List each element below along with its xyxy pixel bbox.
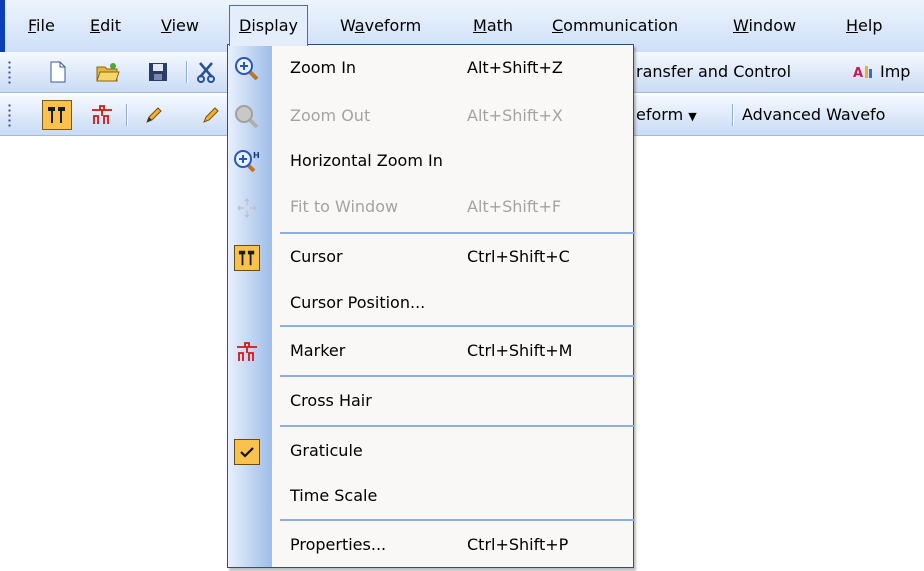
- advanced-waveform-button[interactable]: Advanced Wavefo: [742, 105, 885, 124]
- toolbar-grip[interactable]: [7, 103, 12, 129]
- import-button[interactable]: Imp: [880, 62, 910, 81]
- menu-window[interactable]: Window: [733, 14, 796, 38]
- menu-item-time-scale[interactable]: Time Scale: [228, 477, 633, 517]
- menu-edit[interactable]: Edit: [90, 14, 121, 38]
- menu-help[interactable]: Help: [846, 14, 882, 38]
- menu-item-graticule[interactable]: Graticule: [228, 432, 633, 472]
- zoom-out-icon: [230, 101, 264, 133]
- menu-item-zoom-out: Zoom Out Alt+Shift+X: [228, 97, 633, 137]
- menu-separator: [280, 375, 635, 377]
- display-menu-dropdown: Zoom In Alt+Shift+Z Zoom Out Alt+Shift+X…: [227, 44, 635, 568]
- menu-waveform[interactable]: Waveform: [340, 14, 421, 38]
- cursor-icon[interactable]: [42, 100, 72, 130]
- menu-file[interactable]: File: [28, 14, 55, 38]
- svg-text:H: H: [253, 151, 260, 160]
- menu-display[interactable]: Display: [229, 5, 308, 46]
- menu-item-horizontal-zoom-in[interactable]: H Horizontal Zoom In: [228, 142, 633, 182]
- dropdown-arrow-icon: ▼: [688, 110, 697, 123]
- menu-separator: [280, 519, 635, 521]
- marker-icon: [230, 336, 264, 368]
- zoom-in-icon: [230, 53, 264, 85]
- open-folder-icon[interactable]: [94, 58, 122, 86]
- menu-item-cursor[interactable]: Cursor Ctrl+Shift+C: [228, 238, 633, 278]
- menu-math[interactable]: Math: [473, 14, 513, 38]
- svg-text:A: A: [853, 66, 863, 81]
- menu-item-properties[interactable]: Properties... Ctrl+Shift+P: [228, 526, 633, 566]
- cursor-icon: [230, 242, 264, 274]
- import-icon[interactable]: A: [852, 58, 876, 86]
- menu-item-marker[interactable]: Marker Ctrl+Shift+M: [228, 332, 633, 372]
- menu-communication[interactable]: Communication: [552, 14, 678, 38]
- waveform-dropdown[interactable]: eform ▼: [636, 105, 697, 124]
- horizontal-zoom-in-icon: H: [230, 146, 264, 178]
- menu-item-fit-to-window: Fit to Window Alt+Shift+F: [228, 188, 633, 228]
- menu-item-cross-hair[interactable]: Cross Hair: [228, 382, 633, 422]
- menu-view[interactable]: View: [161, 14, 199, 38]
- pencil-icon[interactable]: [140, 101, 168, 129]
- window-edge: [0, 0, 5, 52]
- checkmark-icon: [230, 436, 264, 468]
- menu-separator: [280, 325, 635, 327]
- fit-to-window-icon: [230, 192, 264, 224]
- save-icon[interactable]: [144, 58, 172, 86]
- menu-separator: [280, 232, 635, 234]
- new-file-icon[interactable]: [44, 58, 72, 86]
- menu-separator: [280, 425, 635, 427]
- menu-file-rest: ile: [36, 16, 55, 35]
- pencil-icon[interactable]: [196, 101, 226, 129]
- cut-icon[interactable]: [195, 58, 217, 86]
- toolbar-grip[interactable]: [7, 60, 12, 86]
- menu-item-zoom-in[interactable]: Zoom In Alt+Shift+Z: [228, 49, 633, 89]
- menu-item-cursor-position[interactable]: Cursor Position...: [228, 284, 633, 324]
- transfer-and-control-button[interactable]: ransfer and Control: [636, 62, 791, 81]
- marker-icon[interactable]: [88, 101, 116, 129]
